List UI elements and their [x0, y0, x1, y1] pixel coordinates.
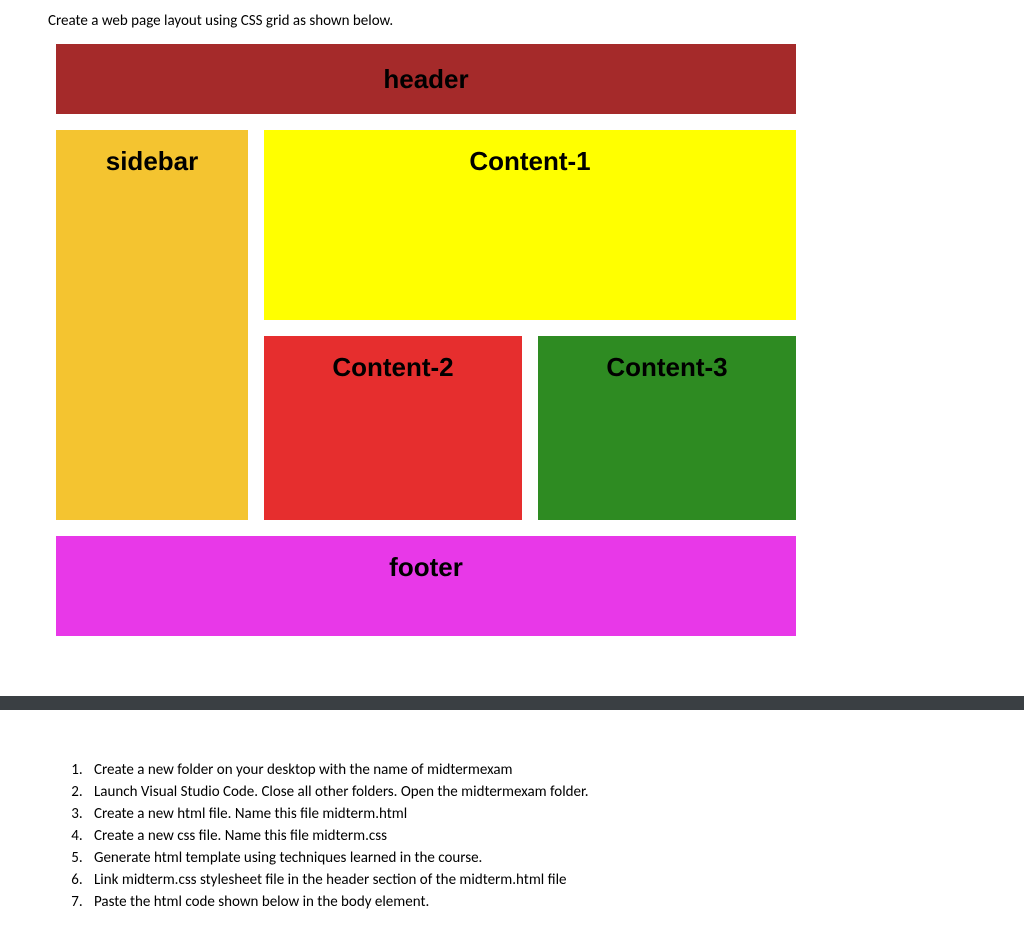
- grid-content1-box: Content-1: [264, 130, 796, 320]
- separator-bar: [0, 696, 1024, 710]
- grid-content2-box: Content-2: [264, 336, 522, 520]
- intro-text: Create a web page layout using CSS grid …: [48, 12, 976, 30]
- instruction-step: Create a new folder on your desktop with…: [86, 760, 976, 781]
- instruction-step: Launch Visual Studio Code. Close all oth…: [86, 782, 976, 803]
- document-page: Create a web page layout using CSS grid …: [0, 0, 1024, 934]
- css-grid-demo: header sidebar Content-1 Content-2 Conte…: [56, 44, 976, 636]
- grid-header-box: header: [56, 44, 796, 114]
- instruction-step: Create a new css file. Name this file mi…: [86, 826, 976, 847]
- instruction-step: Link midterm.css stylesheet file in the …: [86, 870, 976, 891]
- instruction-step: Create a new html file. Name this file m…: [86, 804, 976, 825]
- instructions-list: Create a new folder on your desktop with…: [48, 760, 976, 913]
- instruction-step: Paste the html code shown below in the b…: [86, 892, 976, 913]
- grid-sidebar-box: sidebar: [56, 130, 248, 520]
- instruction-step: Generate html template using techniques …: [86, 848, 976, 869]
- grid-footer-box: footer: [56, 536, 796, 636]
- grid-content3-box: Content-3: [538, 336, 796, 520]
